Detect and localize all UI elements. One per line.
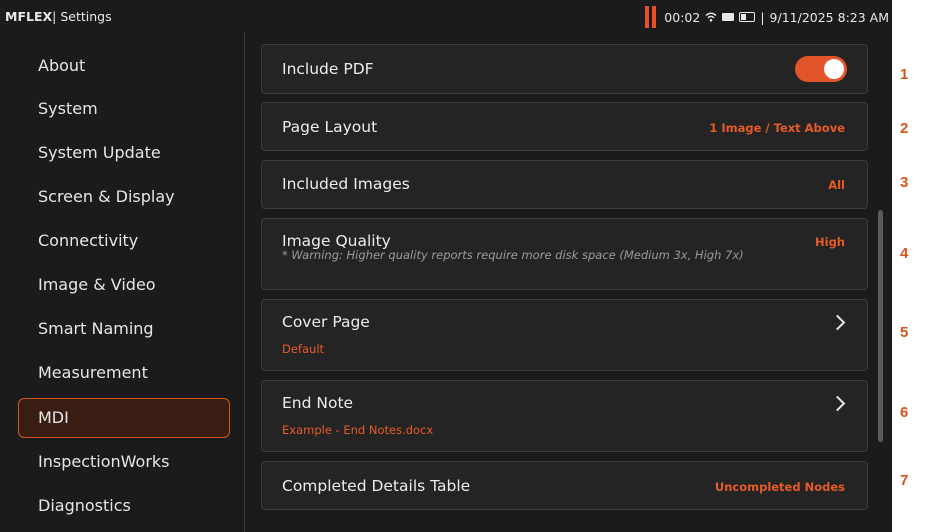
image-quality-row[interactable]: Image Quality High * Warning: Higher qua… xyxy=(261,218,868,290)
sidebar-item-label: Smart Naming xyxy=(38,319,154,338)
callout-number: 4 xyxy=(900,245,909,262)
end-note-value: Example - End Notes.docx xyxy=(282,423,434,437)
section-name: Settings xyxy=(60,9,112,24)
cover-page-row[interactable]: Cover Page Default xyxy=(261,299,868,371)
callout-number: 5 xyxy=(900,324,909,341)
chevron-right-icon xyxy=(829,395,846,412)
wifi-icon xyxy=(705,12,717,22)
settings-sidebar: About System System Update Screen & Disp… xyxy=(0,32,245,532)
scrollbar[interactable] xyxy=(878,210,883,442)
sidebar-item-label: Connectivity xyxy=(38,231,139,250)
include-pdf-toggle[interactable] xyxy=(795,56,847,82)
record-pause-icon[interactable] xyxy=(645,6,657,28)
toggle-knob xyxy=(824,59,844,79)
end-note-row[interactable]: End Note Example - End Notes.docx xyxy=(261,380,868,452)
mdi-settings-list: Include PDF Page Layout 1 Image / Text A… xyxy=(246,32,892,532)
callout-number: 2 xyxy=(900,120,909,137)
device-screen: MFLEX| Settings 00:02 | 9/11/2025 8:23 A… xyxy=(0,0,892,532)
status-bar: MFLEX| Settings 00:02 | 9/11/2025 8:23 A… xyxy=(0,0,892,32)
status-indicators: 00:02 | 9/11/2025 8:23 AM xyxy=(645,6,889,28)
completed-details-table-row[interactable]: Completed Details Table Uncompleted Node… xyxy=(261,461,868,510)
sidebar-item-image-video[interactable]: Image & Video xyxy=(18,265,230,305)
image-quality-warning: * Warning: Higher quality reports requir… xyxy=(282,248,744,262)
sidebar-item-label: About xyxy=(38,56,86,75)
sidebar-item-label: MDI xyxy=(38,408,69,427)
completed-details-table-label: Completed Details Table xyxy=(282,477,471,495)
sidebar-item-label: System Update xyxy=(38,143,161,162)
sd-card-icon xyxy=(722,13,735,21)
callout-number: 7 xyxy=(900,472,909,489)
page-layout-row[interactable]: Page Layout 1 Image / Text Above xyxy=(261,102,868,151)
recording-timer: 00:02 xyxy=(664,9,701,25)
page-layout-label: Page Layout xyxy=(282,118,378,136)
sidebar-item-smart-naming[interactable]: Smart Naming xyxy=(18,309,230,349)
sidebar-item-label: Measurement xyxy=(38,363,148,382)
completed-details-table-value: Uncompleted Nodes xyxy=(714,480,845,494)
date-time: 9/11/2025 8:23 AM xyxy=(769,9,889,25)
included-images-value: All xyxy=(828,178,845,192)
sidebar-item-system-update[interactable]: System Update xyxy=(18,133,230,173)
sidebar-item-label: Image & Video xyxy=(38,275,156,294)
sidebar-item-measurement[interactable]: Measurement xyxy=(18,353,230,393)
callout-number: 3 xyxy=(900,174,909,191)
sidebar-item-diagnostics[interactable]: Diagnostics xyxy=(18,486,230,526)
callout-number: 1 xyxy=(900,66,909,83)
app-title: MFLEX| Settings xyxy=(5,9,112,24)
included-images-label: Included Images xyxy=(282,175,410,193)
sidebar-item-system[interactable]: System xyxy=(18,89,230,129)
chevron-right-icon xyxy=(829,314,846,331)
page-layout-value: 1 Image / Text Above xyxy=(709,121,845,135)
cover-page-value: Default xyxy=(282,342,325,356)
sidebar-item-connectivity[interactable]: Connectivity xyxy=(18,221,230,261)
sidebar-item-label: System xyxy=(38,99,98,118)
callout-number: 6 xyxy=(900,404,909,421)
battery-icon xyxy=(739,12,756,22)
sidebar-item-label: Screen & Display xyxy=(38,187,175,206)
sidebar-item-screen-display[interactable]: Screen & Display xyxy=(18,177,230,217)
title-separator: | xyxy=(52,9,57,24)
sidebar-item-label: Diagnostics xyxy=(38,496,131,515)
sidebar-item-mdi[interactable]: MDI xyxy=(18,398,230,438)
image-quality-value: High xyxy=(815,235,845,249)
status-separator: | xyxy=(760,9,765,25)
end-note-label: End Note xyxy=(282,394,354,412)
include-pdf-row[interactable]: Include PDF xyxy=(261,44,868,94)
sidebar-item-inspectionworks[interactable]: InspectionWorks xyxy=(18,442,230,482)
sidebar-item-about[interactable]: About xyxy=(18,46,230,86)
cover-page-label: Cover Page xyxy=(282,313,370,331)
sidebar-item-label: InspectionWorks xyxy=(38,452,170,471)
included-images-row[interactable]: Included Images All xyxy=(261,160,868,209)
include-pdf-label: Include PDF xyxy=(282,60,374,78)
brand-name: MFLEX xyxy=(5,9,53,24)
